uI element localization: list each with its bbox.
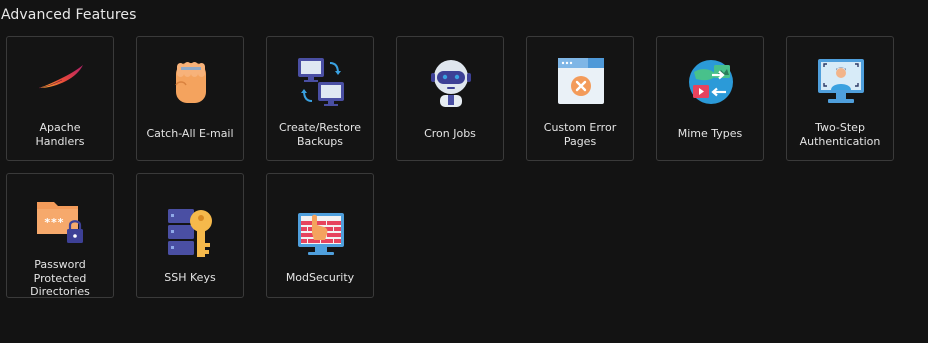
tile-label: SSH Keys: [164, 271, 216, 284]
monitor-user-icon: [814, 55, 868, 109]
tile-mime-types[interactable]: Mime Types: [656, 36, 764, 161]
tile-label: Mime Types: [677, 127, 743, 140]
feather-icon: [34, 55, 88, 109]
tile-ssh-keys[interactable]: SSH Keys: [136, 173, 244, 298]
tile-label: Cron Jobs: [424, 127, 476, 140]
tile-label: Apache Handlers: [35, 121, 85, 148]
tile-two-step-authentication[interactable]: Two-Step Authentication: [786, 36, 894, 161]
tile-password-protected-directories[interactable]: *** Password Protected Directories: [6, 173, 114, 298]
globe-media-icon: [684, 55, 738, 109]
tile-label: Create/Restore Backups: [279, 121, 361, 148]
fist-icon: [164, 55, 218, 109]
tile-label: ModSecurity: [285, 271, 355, 284]
tile-label: Custom Error Pages: [543, 121, 617, 148]
section-title: Advanced Features: [1, 7, 137, 23]
firewall-hand-icon: [294, 207, 348, 261]
robot-icon: [424, 55, 478, 109]
locked-folder-icon: ***: [34, 194, 88, 248]
tile-modsecurity[interactable]: ModSecurity: [266, 173, 374, 298]
tile-label: Two-Step Authentication: [799, 121, 881, 148]
tile-label: Catch-All E-mail: [146, 127, 234, 140]
tile-custom-error-pages[interactable]: Custom Error Pages: [526, 36, 634, 161]
svg-text:***: ***: [44, 216, 64, 229]
backup-monitors-icon: [294, 55, 348, 109]
tile-create-restore-backups[interactable]: Create/Restore Backups: [266, 36, 374, 161]
server-key-icon: [164, 207, 218, 261]
tile-label: Password Protected Directories: [30, 258, 90, 298]
tile-apache-handlers[interactable]: Apache Handlers: [6, 36, 114, 161]
tile-cron-jobs[interactable]: Cron Jobs: [396, 36, 504, 161]
error-page-icon: [554, 55, 608, 109]
tile-catch-all-email[interactable]: Catch-All E-mail: [136, 36, 244, 161]
